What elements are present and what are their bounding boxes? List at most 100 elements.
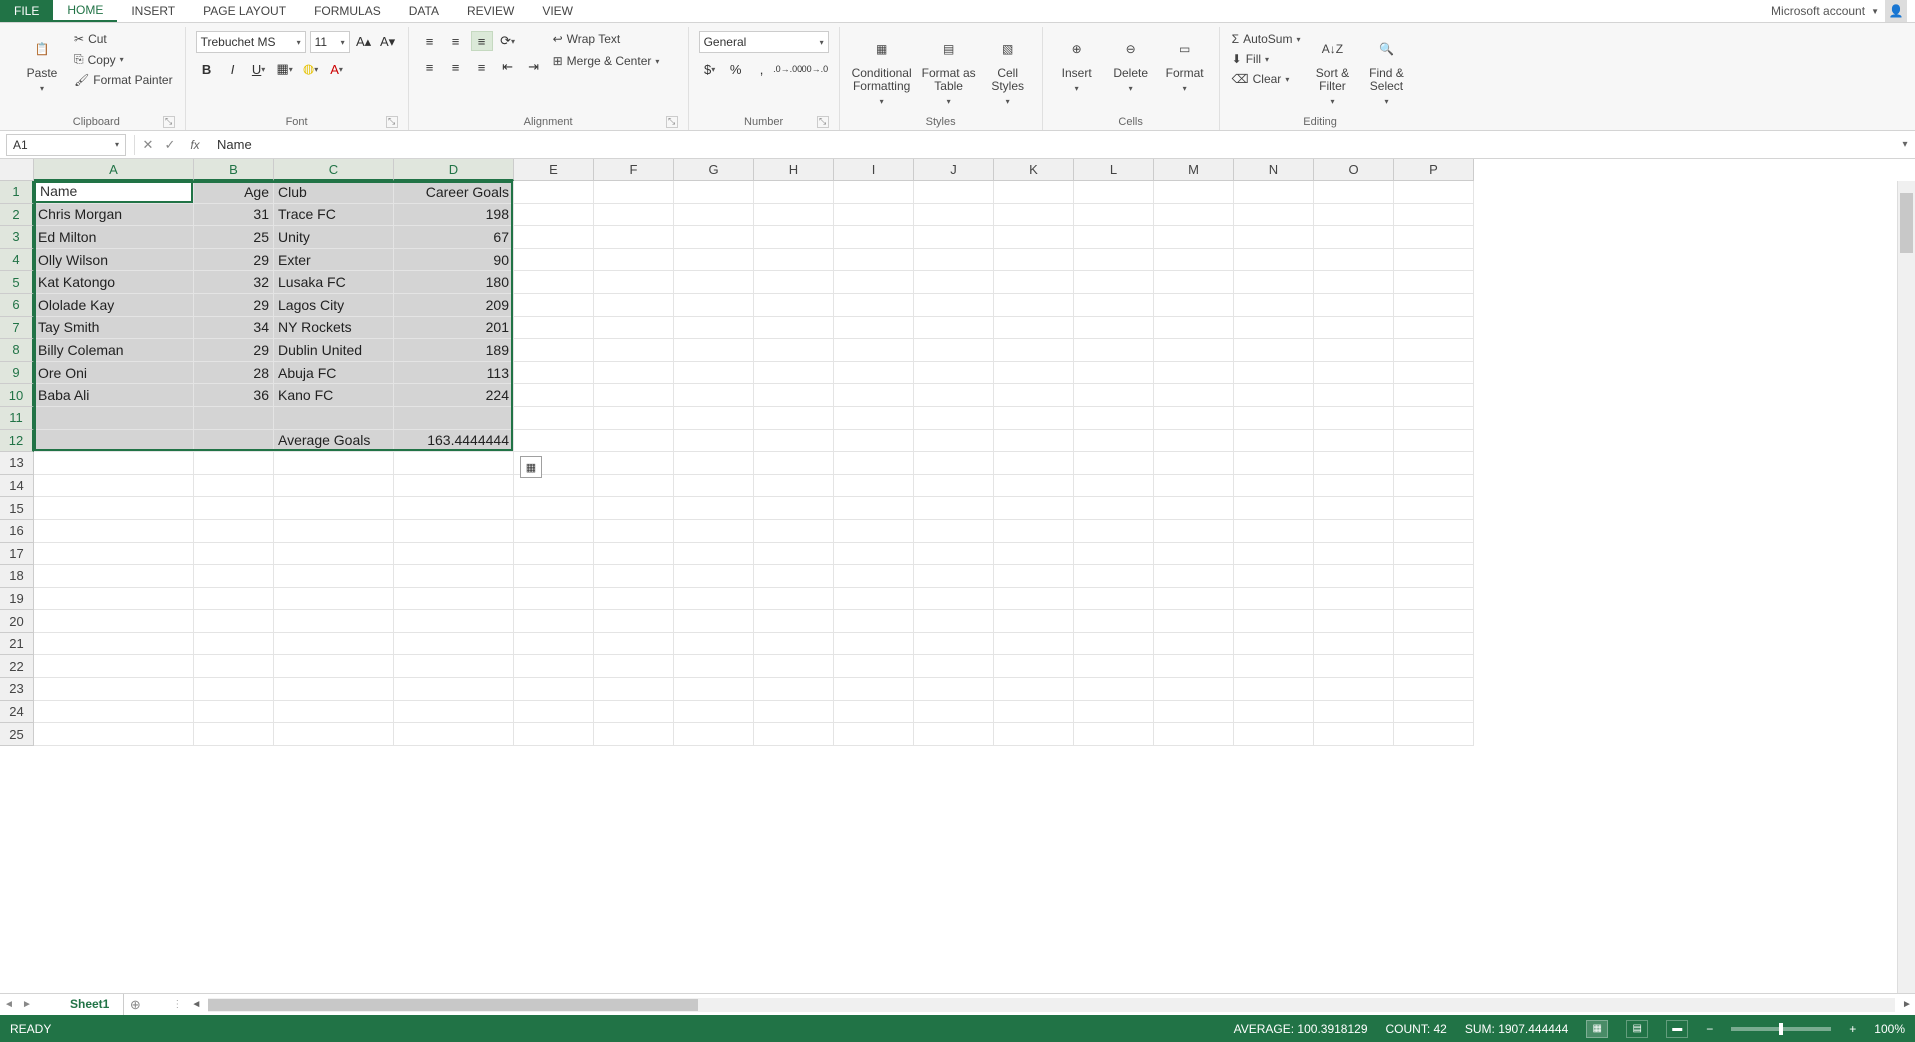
cell-K10[interactable]	[994, 384, 1074, 407]
cell-A23[interactable]	[34, 678, 194, 701]
cell-P14[interactable]	[1394, 475, 1474, 498]
border-button[interactable]: ▦▾	[274, 59, 296, 79]
cell-J24[interactable]	[914, 701, 994, 724]
cell-G20[interactable]	[674, 610, 754, 633]
cell-B23[interactable]	[194, 678, 274, 701]
cell-C8[interactable]: Dublin United	[274, 339, 394, 362]
cell-D3[interactable]: 67	[394, 226, 514, 249]
cell-M10[interactable]	[1154, 384, 1234, 407]
orientation-button[interactable]: ⟳▾	[497, 31, 519, 51]
decrease-indent-button[interactable]: ⇤	[497, 57, 519, 77]
cell-I22[interactable]	[834, 655, 914, 678]
cell-F2[interactable]	[594, 204, 674, 227]
cell-H11[interactable]	[754, 407, 834, 430]
cell-B12[interactable]	[194, 430, 274, 453]
col-header-A[interactable]: A	[34, 159, 194, 181]
cell-O7[interactable]	[1314, 317, 1394, 340]
cell-L7[interactable]	[1074, 317, 1154, 340]
tab-page-layout[interactable]: PAGE LAYOUT	[189, 0, 300, 22]
cell-P24[interactable]	[1394, 701, 1474, 724]
cell-P13[interactable]	[1394, 452, 1474, 475]
cell-G8[interactable]	[674, 339, 754, 362]
cell-G2[interactable]	[674, 204, 754, 227]
cell-H3[interactable]	[754, 226, 834, 249]
cell-O24[interactable]	[1314, 701, 1394, 724]
cell-H25[interactable]	[754, 723, 834, 746]
cell-I8[interactable]	[834, 339, 914, 362]
cell-F14[interactable]	[594, 475, 674, 498]
cell-H12[interactable]	[754, 430, 834, 453]
cell-A14[interactable]	[34, 475, 194, 498]
cell-J8[interactable]	[914, 339, 994, 362]
cell-J17[interactable]	[914, 543, 994, 566]
cell-O12[interactable]	[1314, 430, 1394, 453]
name-box[interactable]: A1▾	[6, 134, 126, 156]
new-sheet-button[interactable]: ⊕	[124, 997, 146, 1013]
col-header-O[interactable]: O	[1314, 159, 1394, 181]
cell-E5[interactable]	[514, 271, 594, 294]
cell-H24[interactable]	[754, 701, 834, 724]
row-header-1[interactable]: 1	[0, 181, 34, 204]
cell-O23[interactable]	[1314, 678, 1394, 701]
cell-B2[interactable]: 31	[194, 204, 274, 227]
cell-C12[interactable]: Average Goals	[274, 430, 394, 453]
cell-G17[interactable]	[674, 543, 754, 566]
cell-N4[interactable]	[1234, 249, 1314, 272]
cell-K1[interactable]	[994, 181, 1074, 204]
hscroll-track[interactable]	[208, 998, 1895, 1012]
cell-D14[interactable]	[394, 475, 514, 498]
paste-button[interactable]: 📋 Paste ▾	[18, 31, 66, 97]
insert-cells-button[interactable]: ⊕Insert▾	[1053, 31, 1101, 97]
decrease-font-icon[interactable]: A▾	[378, 33, 398, 51]
cell-N6[interactable]	[1234, 294, 1314, 317]
cell-I7[interactable]	[834, 317, 914, 340]
cell-H4[interactable]	[754, 249, 834, 272]
cell-J15[interactable]	[914, 497, 994, 520]
cell-C6[interactable]: Lagos City	[274, 294, 394, 317]
cell-M11[interactable]	[1154, 407, 1234, 430]
cell-F16[interactable]	[594, 520, 674, 543]
row-header-21[interactable]: 21	[0, 633, 34, 656]
cell-P3[interactable]	[1394, 226, 1474, 249]
cell-N14[interactable]	[1234, 475, 1314, 498]
cell-B4[interactable]: 29	[194, 249, 274, 272]
cell-J16[interactable]	[914, 520, 994, 543]
cell-O5[interactable]	[1314, 271, 1394, 294]
cell-A18[interactable]	[34, 565, 194, 588]
cell-P22[interactable]	[1394, 655, 1474, 678]
cell-M6[interactable]	[1154, 294, 1234, 317]
cut-button[interactable]: ✂Cut	[72, 31, 175, 47]
cell-E2[interactable]	[514, 204, 594, 227]
clear-button[interactable]: ⌫Clear▾	[1230, 71, 1303, 87]
cell-O22[interactable]	[1314, 655, 1394, 678]
cell-E22[interactable]	[514, 655, 594, 678]
cell-E17[interactable]	[514, 543, 594, 566]
cell-C7[interactable]: NY Rockets	[274, 317, 394, 340]
cell-F23[interactable]	[594, 678, 674, 701]
cell-N18[interactable]	[1234, 565, 1314, 588]
row-header-14[interactable]: 14	[0, 475, 34, 498]
cell-A24[interactable]	[34, 701, 194, 724]
cell-J18[interactable]	[914, 565, 994, 588]
cell-E12[interactable]	[514, 430, 594, 453]
cell-J12[interactable]	[914, 430, 994, 453]
cell-H23[interactable]	[754, 678, 834, 701]
cell-L13[interactable]	[1074, 452, 1154, 475]
cell-F11[interactable]	[594, 407, 674, 430]
zoom-in-button[interactable]: +	[1849, 1022, 1856, 1036]
cell-E8[interactable]	[514, 339, 594, 362]
cell-C20[interactable]	[274, 610, 394, 633]
cell-L12[interactable]	[1074, 430, 1154, 453]
cell-B10[interactable]: 36	[194, 384, 274, 407]
cell-M15[interactable]	[1154, 497, 1234, 520]
cell-D18[interactable]	[394, 565, 514, 588]
cell-J14[interactable]	[914, 475, 994, 498]
cell-A19[interactable]	[34, 588, 194, 611]
cell-E7[interactable]	[514, 317, 594, 340]
sheet-nav-prev[interactable]: ◄	[0, 999, 18, 1010]
cell-E1[interactable]	[514, 181, 594, 204]
cell-C17[interactable]	[274, 543, 394, 566]
cell-G1[interactable]	[674, 181, 754, 204]
cell-L20[interactable]	[1074, 610, 1154, 633]
cell-L15[interactable]	[1074, 497, 1154, 520]
